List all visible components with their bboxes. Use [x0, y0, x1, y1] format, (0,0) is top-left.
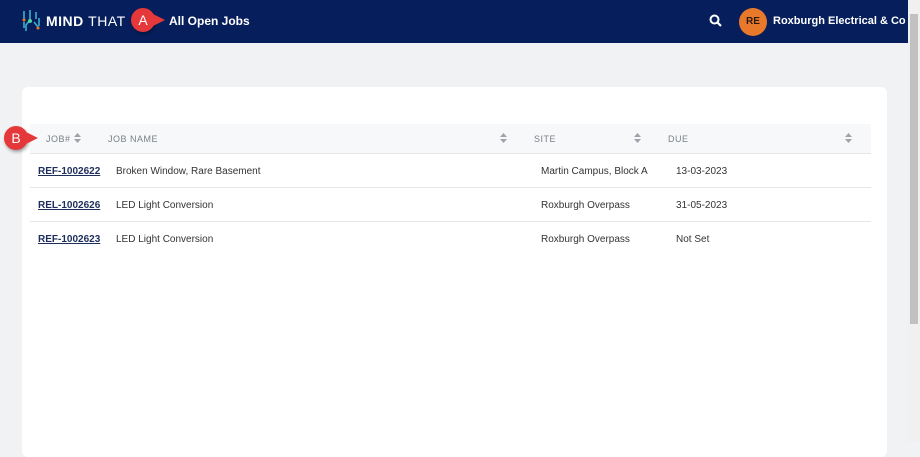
table-row[interactable]: REF-1002622 Broken Window, Rare Basement…	[30, 154, 871, 188]
col-due[interactable]: DUE	[668, 134, 689, 144]
table-header: JOB# JOB NAME SITE DUE	[30, 124, 871, 154]
search-icon[interactable]	[709, 14, 722, 27]
job-ref-link[interactable]: REL-1002626	[38, 200, 100, 211]
job-name: LED Light Conversion	[116, 234, 214, 245]
brand-thin: THAT	[88, 13, 126, 29]
brand-bold: MIND	[46, 13, 84, 29]
col-job-name[interactable]: JOB NAME	[108, 134, 158, 144]
job-ref-link[interactable]: REF-1002623	[38, 234, 100, 245]
callout-a: A	[131, 8, 165, 32]
job-site: Martin Campus, Block A	[541, 166, 648, 177]
company-name[interactable]: Roxburgh Electrical & Co	[773, 15, 906, 27]
job-site: Roxburgh Overpass	[541, 234, 630, 245]
sort-icon[interactable]	[500, 133, 507, 143]
brand-name[interactable]: MIND THAT	[46, 13, 126, 29]
job-name: Broken Window, Rare Basement	[116, 166, 261, 177]
sort-icon[interactable]	[74, 133, 81, 143]
table-row[interactable]: REF-1002623 LED Light Conversion Roxburg…	[30, 222, 871, 256]
job-due: Not Set	[676, 234, 710, 245]
avatar[interactable]: RE	[739, 8, 767, 36]
table-row[interactable]: REL-1002626 LED Light Conversion Roxburg…	[30, 188, 871, 222]
job-due: 13-03-2023	[676, 166, 728, 177]
callout-b: B	[4, 126, 38, 150]
sort-icon[interactable]	[634, 133, 641, 143]
job-site: Roxburgh Overpass	[541, 200, 630, 211]
job-due: 31-05-2023	[676, 200, 728, 211]
col-job[interactable]: JOB#	[46, 134, 71, 144]
page-title: All Open Jobs	[169, 14, 250, 28]
logo-icon	[22, 10, 40, 31]
jobs-card: JOB# JOB NAME SITE DUE REF-1002622 Broke…	[22, 87, 887, 457]
scrollbar-thumb[interactable]	[910, 14, 918, 324]
col-site[interactable]: SITE	[534, 134, 556, 144]
job-name: LED Light Conversion	[116, 200, 214, 211]
sort-icon[interactable]	[845, 133, 852, 143]
job-ref-link[interactable]: REF-1002622	[38, 166, 100, 177]
